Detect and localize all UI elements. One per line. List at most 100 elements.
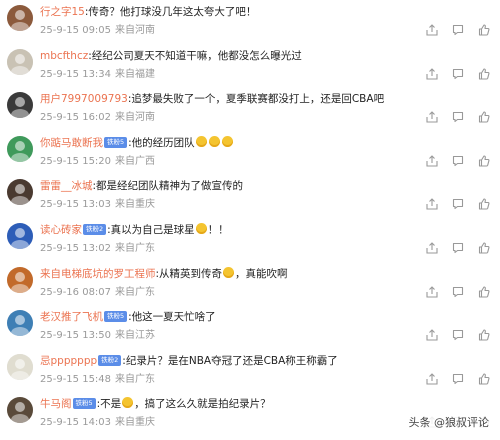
comment-text: :传奇？他打球没几年这太夸大了吧！ <box>84 6 257 18</box>
comment-item: 读心砖家 铁粉2:真以为自己是球星 ！！ 25-9-15 13:02 来自广东 <box>0 220 500 264</box>
username-link[interactable]: 雷雷__冰城 <box>40 180 93 192</box>
share-icon[interactable] <box>426 285 438 298</box>
like-icon[interactable] <box>478 373 490 385</box>
comment-time: 25-9-15 13:50 <box>40 330 112 342</box>
comment-item: 忌ppppppp 铁粉2:纪录片？是在NBA夺冠了还是CBA称王称霸了 25-9-1… <box>0 351 500 395</box>
username-link[interactable]: 用户7997009793 <box>40 93 128 105</box>
like-icon[interactable] <box>478 111 490 123</box>
comment-line: 牛马阁 铁粉5:不是 ，搞了这么久就是拍纪录片？ <box>40 396 490 412</box>
avatar[interactable] <box>7 223 33 249</box>
like-icon[interactable] <box>478 155 490 167</box>
comment-icon[interactable] <box>452 24 464 36</box>
comment-item: 来自电梯底坑的罗工程师:从精英到传奇 ，真能吹啊 25-9-16 08:07 来自广东 <box>0 264 500 308</box>
username-link[interactable]: 读心砖家 <box>40 224 82 236</box>
share-icon[interactable] <box>426 67 438 80</box>
comment-icon[interactable] <box>452 68 464 80</box>
comment-time: 25-9-15 16:02 <box>40 112 112 124</box>
comment-icon[interactable] <box>452 286 464 298</box>
like-icon[interactable] <box>478 286 490 298</box>
avatar[interactable] <box>7 397 33 424</box>
share-icon[interactable] <box>426 329 438 341</box>
comment-line: 老汉推了飞机 铁粉5:他这一夏天忙啥了 <box>40 309 490 325</box>
username-link[interactable]: 行之字15 <box>40 6 85 18</box>
comment-text-suffix: ！！ <box>207 224 229 236</box>
comment-item: 用户7997009793:追梦最失败了一个，夏季联赛都没打上，还是回CBA吧 25… <box>0 89 500 133</box>
fan-badge: 铁粉2 <box>98 354 122 366</box>
avatar[interactable] <box>7 92 33 119</box>
comment-actions <box>426 329 490 343</box>
share-icon[interactable] <box>426 111 438 123</box>
share-icon[interactable] <box>426 198 438 210</box>
emoji-icon <box>195 135 207 147</box>
comment-actions <box>426 24 490 38</box>
avatar[interactable] <box>7 5 33 31</box>
comment-line: 忌ppppppp 铁粉2:纪录片？是在NBA夺冠了还是CBA称王称霸了 <box>40 353 490 369</box>
comment-text: :追梦最失败了一个，夏季联赛都没打上，还是回CBA吧 <box>127 93 385 106</box>
comment-text-suffix: ，真能吹啊 <box>235 267 288 280</box>
comment-text: :他的经历团队 <box>128 136 195 149</box>
share-icon[interactable] <box>426 155 438 167</box>
comment-icon[interactable] <box>452 242 464 254</box>
share-icon[interactable] <box>426 242 438 254</box>
share-icon[interactable] <box>426 373 438 385</box>
comment-location: 来自福建 <box>115 68 156 80</box>
comment-location: 来自广东 <box>115 243 156 254</box>
username-link[interactable]: 老汉推了飞机 <box>40 311 103 323</box>
like-icon[interactable] <box>478 242 490 254</box>
avatar[interactable] <box>7 353 33 380</box>
comment-line: 你踮马敢断我 铁粉5:他的经历团队 <box>40 135 490 151</box>
comment-line: 行之字15:传奇？他打球没几年这太夸大了吧！ <box>40 4 490 20</box>
comment-item: 你踮马敢断我 铁粉5:他的经历团队 25-9-15 15:20 来自广西 <box>0 133 500 177</box>
username-link[interactable]: mbcfthcz <box>40 50 88 62</box>
comment-actions <box>426 373 490 387</box>
comment-actions <box>426 67 490 82</box>
comment-actions <box>426 242 490 256</box>
avatar[interactable] <box>7 310 33 337</box>
comment-line: 来自电梯底坑的罗工程师:从精英到传奇 ，真能吹啊 <box>40 266 490 282</box>
emoji-icon <box>122 397 134 409</box>
comment-item: 老汉推了飞机 铁粉5:他这一夏天忙啥了 25-9-15 13:50 来自江苏 <box>0 307 500 351</box>
comment-actions <box>426 111 490 125</box>
avatar[interactable] <box>7 135 33 162</box>
comment-text: :纪录片？是在NBA夺冠了还是CBA称王称霸了 <box>122 354 338 367</box>
watermark: 头条 @狼叔评论 <box>405 414 492 432</box>
share-icon[interactable] <box>426 24 438 36</box>
like-icon[interactable] <box>478 198 490 210</box>
emoji-icon <box>223 266 235 278</box>
comment-line: 用户7997009793:追梦最失败了一个，夏季联赛都没打上，还是回CBA吧 <box>40 91 490 107</box>
comment-meta: 25-9-15 13:34 来自福建 <box>40 68 155 82</box>
comment-text: :经纪公司夏天不知道干嘛，他都没怎么曝光过 <box>88 49 302 62</box>
comment-time: 25-9-15 15:20 <box>40 155 112 167</box>
comment-actions <box>426 285 490 300</box>
avatar[interactable] <box>7 48 33 75</box>
comment-time: 25-9-15 09:05 <box>40 25 112 36</box>
like-icon[interactable] <box>478 24 490 36</box>
username-link[interactable]: 你踮马敢断我 <box>40 137 103 149</box>
like-icon[interactable] <box>478 68 490 80</box>
comment-item: mbcfthcz:经纪公司夏天不知道干嘛，他都没怎么曝光过 25-9-15 13:… <box>0 46 500 90</box>
comment-actions <box>426 155 490 169</box>
comment-text: :真以为自己是球星 <box>107 224 195 236</box>
comment-icon[interactable] <box>452 329 464 341</box>
comment-icon[interactable] <box>452 198 464 210</box>
comment-meta: 25-9-15 14:03 来自重庆 <box>40 416 155 430</box>
comment-item: 行之字15:传奇？他打球没几年这太夸大了吧！ 25-9-15 09:05 来自河南 <box>0 2 500 46</box>
comment-meta: 25-9-15 09:05 来自河南 <box>40 24 155 38</box>
avatar[interactable] <box>7 266 33 293</box>
comment-text: :从精英到传奇 <box>155 267 223 280</box>
comment-time: 25-9-15 13:03 <box>40 199 112 211</box>
comment-location: 来自河南 <box>115 112 156 124</box>
comment-icon[interactable] <box>452 155 464 167</box>
comment-icon[interactable] <box>452 373 464 385</box>
like-icon[interactable] <box>478 329 490 341</box>
comment-text-suffix: ，搞了这么久就是拍纪录片？ <box>134 398 271 411</box>
comment-meta: 25-9-15 13:03 来自重庆 <box>40 198 155 212</box>
username-link[interactable]: 来自电梯底坑的罗工程师 <box>40 268 156 280</box>
comment-meta: 25-9-15 15:48 来自广东 <box>40 373 155 387</box>
username-link[interactable]: 牛马阁 <box>40 398 72 410</box>
comment-actions <box>426 198 490 212</box>
avatar[interactable] <box>7 179 33 206</box>
fan-badge: 铁粉5 <box>72 398 96 410</box>
username-link[interactable]: 忌ppppppp <box>40 355 97 367</box>
comment-icon[interactable] <box>452 111 464 123</box>
